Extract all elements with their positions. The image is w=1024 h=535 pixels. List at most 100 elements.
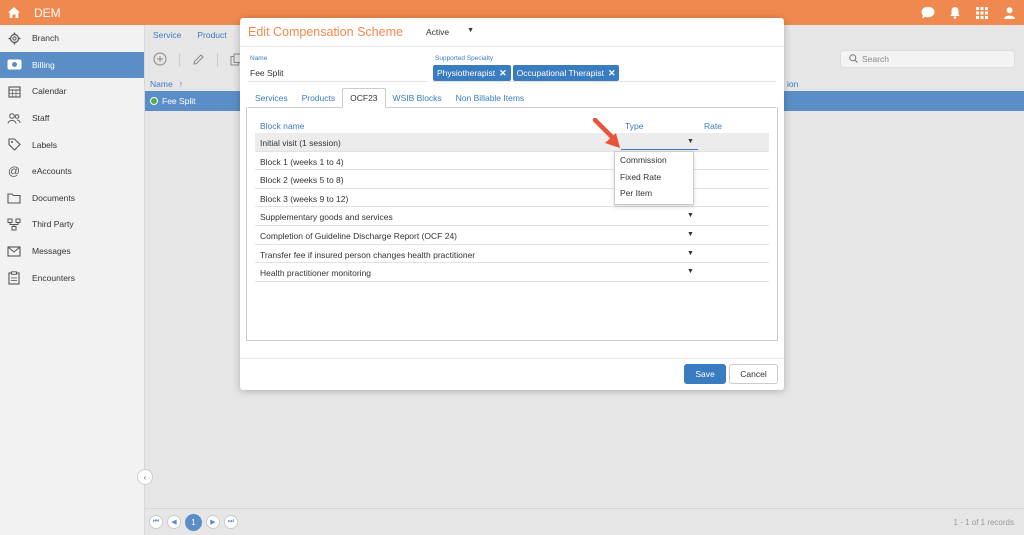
pagination: ⏮ ◀ 1 ▶ ⏭ 1 - 1 of 1 records [145, 508, 1024, 535]
current-page[interactable]: 1 [185, 513, 202, 531]
sidebar-item-label: Calendar [32, 86, 67, 97]
home-icon[interactable] [0, 0, 28, 25]
block-name: Supplementary goods and services [260, 212, 393, 223]
edit-compensation-modal: Edit Compensation Scheme Active ▼ Name F… [240, 18, 784, 390]
table-row[interactable]: Supplementary goods and services ▼ [255, 207, 769, 226]
first-page-button[interactable]: ⏮ [149, 515, 163, 529]
tab-service[interactable]: Service [153, 30, 181, 40]
block-name: Health practitioner monitoring [260, 268, 372, 279]
chevron-down-icon[interactable]: ▼ [687, 212, 694, 219]
type-dropdown-menu: Commission Fixed Rate Per Item [614, 151, 694, 205]
chip-label: Occupational Therapist [516, 68, 604, 78]
name-label: Name [250, 55, 268, 62]
column-header-rate: Rate [704, 121, 722, 131]
tab-non-billable-items[interactable]: Non Billable Items [449, 88, 532, 108]
name-underline [248, 81, 428, 82]
last-page-button[interactable]: ⏭ [224, 515, 238, 529]
tab-wsib-blocks[interactable]: WSIB Blocks [386, 88, 449, 108]
specialty-chips: Physiotherapist ✕ Occupational Therapist… [433, 65, 620, 81]
block-name: Transfer fee if insured person changes h… [260, 249, 476, 260]
ocf23-panel: Block name Type Rate Initial visit (1 se… [246, 107, 778, 341]
type-option-per-item[interactable]: Per Item [615, 185, 693, 202]
grid-header: Block name Type Rate [255, 119, 769, 133]
modal-tabs: Services Products OCF23 WSIB Blocks Non … [248, 88, 776, 108]
tab-products[interactable]: Products [295, 88, 343, 108]
specialty-label: Supported Specialty [435, 55, 494, 62]
chat-icon[interactable] [921, 6, 935, 20]
name-field[interactable]: Fee Split [250, 68, 284, 78]
sidebar-item-labels[interactable]: Labels [0, 131, 144, 158]
chevron-down-icon[interactable]: ▼ [687, 138, 694, 145]
collapse-sidebar-button[interactable]: ‹ [137, 469, 153, 485]
status-value: Active [426, 27, 450, 37]
chip-label: Physiotherapist [437, 68, 496, 78]
add-icon[interactable] [153, 52, 167, 68]
calendar-icon [6, 84, 22, 98]
specialty-chip: Occupational Therapist ✕ [512, 65, 620, 81]
sidebar-item-staff[interactable]: Staff [0, 105, 144, 132]
sidebar-item-label: Third Party [32, 219, 74, 230]
sidebar-item-label: Billing [32, 59, 55, 70]
user-icon[interactable] [1002, 6, 1016, 20]
chevron-down-icon[interactable]: ▼ [687, 268, 694, 275]
chevron-down-icon: ▼ [467, 27, 475, 34]
column-header-description[interactable]: ion [787, 79, 798, 89]
sidebar-item-label: Encounters [32, 272, 75, 283]
remove-chip-icon[interactable]: ✕ [608, 68, 616, 79]
chevron-down-icon[interactable]: ▼ [687, 231, 694, 238]
block-name: Block 2 (weeks 5 to 8) [260, 175, 344, 186]
block-name: Completion of Guideline Discharge Report… [260, 231, 458, 241]
network-icon [6, 217, 22, 231]
tag-icon [6, 138, 22, 152]
modal-footer: Save Cancel [240, 358, 784, 390]
table-row[interactable]: Health practitioner monitoring ▼ [255, 263, 769, 282]
money-icon [6, 58, 22, 72]
status-select[interactable]: Active ▼ [426, 27, 474, 37]
save-button[interactable]: Save [684, 364, 726, 384]
sidebar-item-messages[interactable]: Messages [0, 238, 144, 265]
column-header-block-name: Block name [260, 121, 305, 131]
remove-chip-icon[interactable]: ✕ [499, 68, 507, 79]
sort-arrow-icon: ↑ [178, 78, 183, 89]
sidebar-item-third-party[interactable]: Third Party [0, 211, 144, 238]
specialty-chip: Physiotherapist ✕ [433, 65, 511, 81]
row-name: Fee Split [162, 96, 196, 106]
sidebar-item-label: Messages [32, 246, 71, 257]
sidebar-item-branch[interactable]: Branch [0, 25, 144, 52]
sidebar-item-label: Labels [32, 139, 58, 150]
apps-grid-icon[interactable] [975, 6, 989, 20]
sidebar-item-label: Branch [32, 33, 59, 44]
table-row[interactable]: Transfer fee if insured person changes h… [255, 245, 769, 264]
sidebar-item-encounters[interactable]: Encounters [0, 264, 144, 291]
table-row[interactable]: Initial visit (1 session) ▼ [255, 133, 769, 152]
prev-page-button[interactable]: ◀ [167, 515, 181, 529]
block-name: Block 3 (weeks 9 to 12) [260, 193, 349, 204]
edit-icon[interactable] [192, 53, 205, 68]
toolbar-divider [217, 53, 218, 67]
envelope-icon [6, 244, 22, 258]
sidebar-item-label: Staff [32, 113, 50, 124]
annotation-arrow-icon [592, 118, 620, 148]
sidebar-item-billing[interactable]: Billing [0, 51, 144, 79]
search-placeholder: Search [862, 54, 889, 64]
chevron-down-icon[interactable]: ▼ [687, 250, 694, 257]
sidebar-item-documents[interactable]: Documents [0, 185, 144, 212]
cancel-button[interactable]: Cancel [729, 364, 778, 384]
bell-icon[interactable] [948, 6, 962, 20]
sidebar-item-calendar[interactable]: Calendar [0, 78, 144, 105]
tab-ocf23[interactable]: OCF23 [342, 88, 386, 108]
sidebar: Branch Billing Calendar Staff Labels @ e… [0, 25, 145, 535]
tab-product[interactable]: Product [197, 30, 226, 40]
type-option-fixed-rate[interactable]: Fixed Rate [615, 169, 693, 186]
active-status-icon [150, 97, 158, 105]
tab-services[interactable]: Services [248, 88, 295, 108]
sidebar-item-eaccounts[interactable]: @ eAccounts [0, 158, 144, 185]
table-row[interactable]: Completion of Guideline Discharge Report… [255, 226, 769, 245]
next-page-button[interactable]: ▶ [206, 515, 220, 529]
search-icon [849, 53, 858, 65]
search-input[interactable]: Search [840, 50, 1015, 68]
records-count: 1 - 1 of 1 records [953, 517, 1014, 527]
sidebar-item-label: eAccounts [32, 166, 72, 177]
column-header-name[interactable]: Name [150, 79, 173, 89]
type-option-commission[interactable]: Commission [615, 152, 693, 169]
